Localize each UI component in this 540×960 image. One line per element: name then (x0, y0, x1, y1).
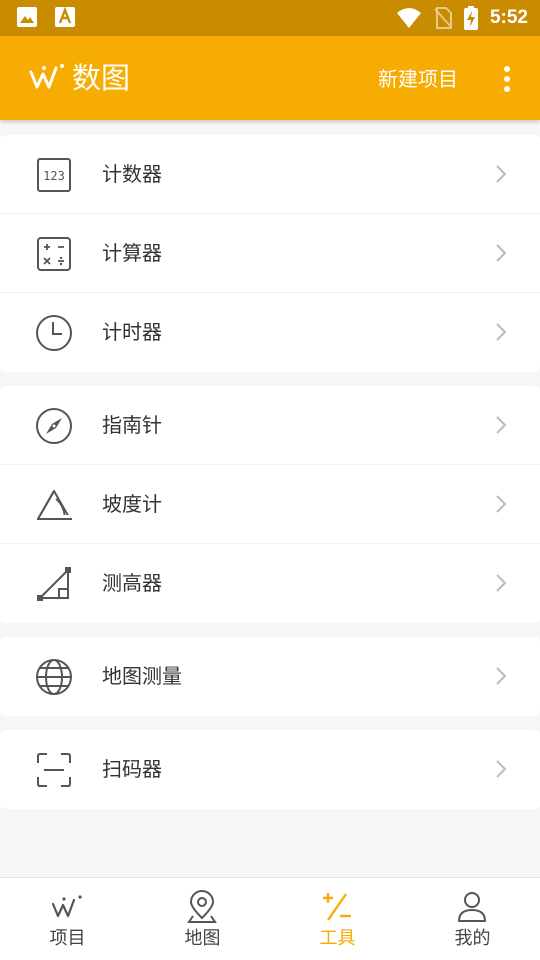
tool-item-calculator[interactable]: 计算器 (0, 214, 540, 293)
tool-group-map: 地图测量 (0, 637, 540, 716)
status-time: 5:52 (489, 7, 528, 28)
app-title: 数图 (72, 61, 131, 95)
chevron-right-icon (496, 244, 507, 262)
chevron-right-icon (496, 165, 507, 183)
compass-icon (36, 408, 72, 444)
tool-item-counter[interactable]: 123 计数器 (0, 135, 540, 214)
nav-tab-map[interactable]: 地图 (135, 878, 270, 960)
app-bar: 数图 新建项目 (0, 36, 540, 120)
tool-item-scanner[interactable]: 扫码器 (0, 730, 540, 809)
tool-group-measure: 指南针 坡度计 测高器 (0, 386, 540, 623)
plus-minus-icon (323, 893, 351, 921)
scan-icon (37, 753, 71, 787)
nav-tab-projects[interactable]: 项目 (0, 878, 135, 960)
tool-item-slope[interactable]: 坡度计 (0, 465, 540, 544)
globe-icon (36, 659, 72, 695)
more-options-icon[interactable] (496, 64, 518, 94)
clock-icon (36, 315, 72, 351)
nav-tab-label: 我的 (454, 928, 491, 949)
gallery-notification-icon (17, 7, 37, 27)
chevron-right-icon (496, 495, 507, 513)
tool-item-label: 计算器 (102, 241, 162, 265)
tool-item-label: 测高器 (102, 571, 162, 595)
person-icon (458, 892, 486, 922)
svg-text:123: 123 (43, 169, 65, 183)
tool-item-label: 坡度计 (102, 492, 162, 516)
counter-123-icon: 123 (37, 158, 71, 192)
calculator-icon (37, 237, 71, 271)
tool-item-altimeter[interactable]: 测高器 (0, 544, 540, 623)
nav-tab-mine[interactable]: 我的 (405, 878, 540, 960)
bottom-navigation: 项目 地图 工具 我的 (0, 877, 540, 960)
tool-item-label: 计数器 (102, 162, 162, 186)
nav-tab-label: 项目 (49, 928, 86, 949)
slope-angle-icon (37, 490, 72, 520)
nav-tab-label: 地图 (184, 928, 221, 949)
map-pin-icon (187, 890, 217, 923)
new-project-button[interactable]: 新建项目 (378, 64, 458, 94)
wifi-icon (396, 8, 421, 28)
tool-item-label: 计时器 (102, 320, 162, 344)
nav-tab-label: 工具 (319, 928, 356, 949)
nav-tab-tools[interactable]: 工具 (270, 878, 405, 960)
height-measure-icon (37, 567, 71, 601)
status-bar: 5:52 (0, 0, 540, 36)
no-sim-icon (434, 7, 452, 29)
chevron-right-icon (496, 760, 507, 778)
tool-item-label: 扫码器 (102, 757, 162, 781)
tool-item-label: 地图测量 (102, 664, 182, 688)
tool-item-map-measure[interactable]: 地图测量 (0, 637, 540, 716)
app-logo-icon (29, 64, 64, 89)
tool-group-scan: 扫码器 (0, 730, 540, 809)
tool-item-label: 指南针 (102, 413, 162, 437)
text-a-notification-icon (55, 6, 75, 27)
battery-charging-icon (463, 6, 478, 30)
tool-group-basic: 123 计数器 计算器 计时器 (0, 135, 540, 372)
chevron-right-icon (496, 574, 507, 592)
tool-item-timer[interactable]: 计时器 (0, 293, 540, 372)
chevron-right-icon (496, 323, 507, 341)
chevron-right-icon (496, 667, 507, 685)
chevron-right-icon (496, 416, 507, 434)
tool-item-compass[interactable]: 指南针 (0, 386, 540, 465)
projects-logo-icon (51, 895, 82, 918)
